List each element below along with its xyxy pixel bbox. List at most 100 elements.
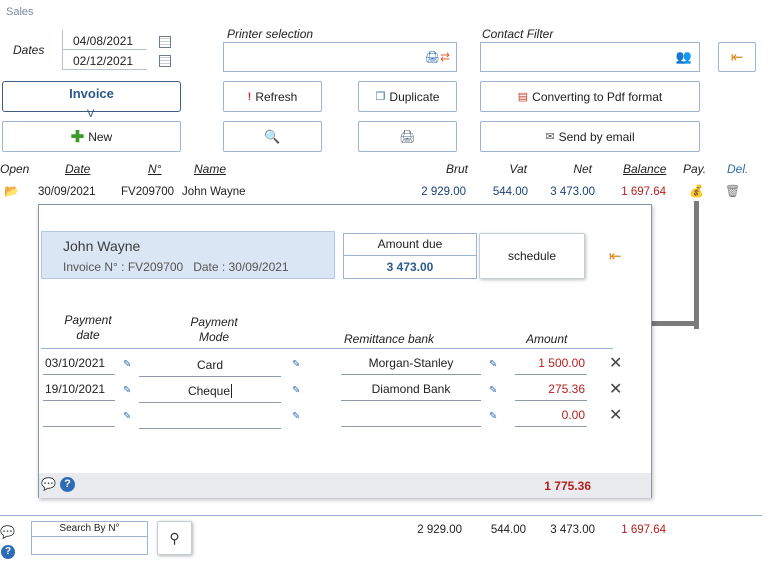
footer-net: 3 473.00	[550, 524, 595, 536]
search-by-number: Search By N°	[31, 521, 148, 555]
bottom-divider	[0, 515, 762, 516]
row-name: John Wayne	[182, 186, 246, 198]
payment-mode-field[interactable]	[139, 405, 281, 429]
arrow-connector	[694, 201, 699, 329]
remittance-bank-field[interactable]: Diamond Bank	[341, 377, 481, 401]
edit-pencil-icon[interactable]: ✎	[123, 411, 131, 422]
binoculars-button[interactable]: ⚲	[157, 521, 192, 555]
col-pay: Pay.	[683, 162, 707, 176]
printer-swap-icon[interactable]: 🖨⇄	[425, 50, 450, 64]
close-dialog-icon[interactable]: ⇤	[609, 247, 622, 265]
delete-payment-icon[interactable]: ✕	[609, 379, 622, 399]
row-balance: 1 697.64	[621, 186, 666, 198]
plus-icon: ✚	[70, 128, 85, 146]
magnifier-icon: 🔍	[264, 128, 281, 144]
amount-field[interactable]: 1 500.00	[515, 351, 587, 375]
send-email-label: Send by email	[558, 129, 635, 144]
payments-total: 1 775.36	[544, 479, 591, 493]
row-vat: 544.00	[492, 186, 528, 198]
trash-icon[interactable]: 🗑	[725, 184, 740, 198]
calendar-icon[interactable]	[159, 36, 171, 48]
text-cursor	[231, 384, 233, 398]
header-payment-date: Payment date	[64, 313, 112, 342]
customer-panel: John Wayne Invoice N° : FV209700 Date : …	[41, 231, 335, 279]
amount-due-value: 3 473.00	[386, 260, 434, 274]
contact-filter-input[interactable]: 👥	[480, 42, 700, 72]
footer-brut: 2 929.00	[417, 524, 462, 536]
search-label: Search By N°	[32, 522, 147, 537]
pdf-icon: ▤	[517, 91, 529, 103]
col-net: Net	[573, 162, 592, 176]
row-date: 30/09/2021	[38, 186, 96, 198]
exclamation-icon: !	[247, 90, 252, 103]
header-remittance-bank: Remittance bank	[344, 332, 435, 346]
date-from-field[interactable]: 04/08/2021	[63, 32, 147, 50]
edit-pencil-icon[interactable]: ✎	[292, 385, 300, 396]
help-icon[interactable]: ?	[60, 477, 75, 492]
col-vat: Vat	[509, 162, 527, 176]
payment-date-field[interactable]: 03/10/2021	[43, 351, 115, 375]
edit-pencil-icon[interactable]: ✎	[123, 359, 131, 370]
pay-icon[interactable]: 💰	[689, 184, 704, 198]
date-to-field[interactable]: 02/12/2021	[63, 52, 147, 70]
duplicate-label: Duplicate	[389, 89, 440, 104]
payment-mode-text: Cheque	[187, 384, 231, 398]
invoice-info: Invoice N° : FV209700 Date : 30/09/2021	[63, 260, 289, 274]
header-amount: Amount	[526, 332, 568, 346]
contacts-icon[interactable]: 👥	[676, 49, 692, 65]
new-label: New	[88, 129, 113, 144]
edit-pencil-icon[interactable]: ✎	[489, 385, 497, 396]
folder-icon[interactable]: 📂	[4, 184, 19, 198]
exit-button[interactable]: ⇤	[718, 42, 756, 72]
delete-payment-icon[interactable]: ✕	[609, 353, 622, 373]
header-divider	[41, 348, 613, 349]
email-icon: ✉	[545, 131, 555, 143]
payment-date-field[interactable]: 19/10/2021	[43, 377, 115, 401]
printer-select[interactable]: 🖨⇄	[223, 42, 457, 72]
amount-field[interactable]: 0.00	[515, 403, 587, 427]
edit-pencil-icon[interactable]: ✎	[123, 385, 131, 396]
remittance-bank-field[interactable]: Morgan-Stanley	[341, 351, 481, 375]
payment-date-field[interactable]	[43, 403, 115, 427]
remittance-bank-field[interactable]	[341, 403, 481, 427]
convert-pdf-button[interactable]: ▤ Converting to Pdf format	[480, 81, 700, 112]
col-date[interactable]: Date	[65, 162, 90, 176]
tab-marker: V	[87, 108, 95, 120]
print-button[interactable]: 🖨	[358, 121, 457, 152]
row-brut: 2 929.00	[421, 186, 466, 198]
col-number[interactable]: N°	[148, 162, 161, 176]
send-email-button[interactable]: ✉ Send by email	[480, 121, 700, 152]
row-number: FV209700	[121, 186, 175, 198]
edit-pencil-icon[interactable]: ✎	[292, 359, 300, 370]
col-open: Open	[0, 162, 30, 176]
schedule-button[interactable]: schedule	[479, 233, 585, 279]
payment-mode-field[interactable]: Card	[139, 353, 281, 377]
duplicate-button[interactable]: ❐ Duplicate	[358, 81, 457, 112]
edit-pencil-icon[interactable]: ✎	[489, 411, 497, 422]
refresh-label: Refresh	[255, 89, 298, 104]
help-icon[interactable]: ?	[1, 545, 15, 559]
col-balance[interactable]: Balance	[623, 162, 666, 176]
dialog-footer: 💬 ? 1 775.36	[39, 473, 651, 498]
comment-icon[interactable]: 💬	[41, 477, 56, 491]
payment-row: ✎ ✎ ✎ 0.00 ✕	[41, 403, 641, 429]
delete-payment-icon[interactable]: ✕	[609, 405, 622, 425]
payment-mode-field[interactable]: Cheque	[139, 379, 281, 403]
edit-pencil-icon[interactable]: ✎	[489, 359, 497, 370]
amount-field[interactable]: 275.36	[515, 377, 587, 401]
edit-pencil-icon[interactable]: ✎	[292, 411, 300, 422]
table-row[interactable]: 📂 30/09/2021 FV209700 John Wayne 2 929.0…	[0, 182, 762, 202]
refresh-button[interactable]: ! Refresh	[223, 81, 322, 112]
amount-due-label: Amount due	[344, 234, 476, 256]
new-button[interactable]: ✚ New	[2, 121, 181, 152]
payment-row: 19/10/2021 ✎ Cheque ✎ Diamond Bank ✎ 275…	[41, 377, 641, 403]
search-input[interactable]	[32, 537, 147, 554]
header-payment-mode: Payment Mode	[190, 315, 238, 344]
convert-pdf-label: Converting to Pdf format	[532, 89, 663, 104]
calendar-icon[interactable]	[159, 55, 171, 67]
col-name[interactable]: Name	[194, 162, 226, 176]
window-title: Sales	[6, 6, 34, 18]
row-net: 3 473.00	[550, 186, 595, 198]
print-preview-button[interactable]: 🔍	[223, 121, 322, 152]
comment-icon[interactable]: 💬	[0, 525, 15, 539]
